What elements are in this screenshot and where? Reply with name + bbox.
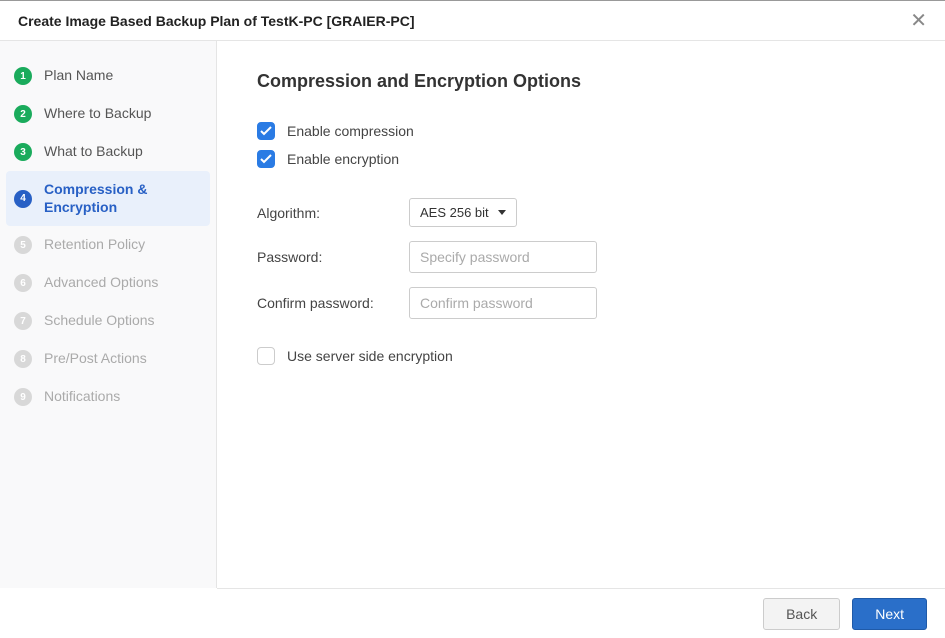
step-number-badge: 4 xyxy=(14,190,32,208)
step-label: Retention Policy xyxy=(44,236,145,254)
wizard-step-2[interactable]: 2 Where to Backup xyxy=(0,95,216,133)
algorithm-select[interactable]: AES 256 bit xyxy=(409,198,517,227)
step-label: Where to Backup xyxy=(44,105,151,123)
algorithm-row: Algorithm: AES 256 bit xyxy=(257,198,905,227)
step-label: What to Backup xyxy=(44,143,143,161)
step-label: Pre/Post Actions xyxy=(44,350,147,368)
step-label: Advanced Options xyxy=(44,274,158,292)
wizard-step-6[interactable]: 6 Advanced Options xyxy=(0,264,216,302)
wizard-step-9[interactable]: 9 Notifications xyxy=(0,378,216,416)
step-number-badge: 3 xyxy=(14,143,32,161)
step-number-badge: 7 xyxy=(14,312,32,330)
step-number-badge: 1 xyxy=(14,67,32,85)
next-button[interactable]: Next xyxy=(852,598,927,630)
encryption-form: Algorithm: AES 256 bit Password: Confirm… xyxy=(257,198,905,319)
server-side-checkbox[interactable] xyxy=(257,347,275,365)
close-icon[interactable]: ✕ xyxy=(910,11,927,31)
page-heading: Compression and Encryption Options xyxy=(257,71,905,92)
wizard-step-3[interactable]: 3 What to Backup xyxy=(0,133,216,171)
enable-encryption-row: Enable encryption xyxy=(257,150,905,168)
confirm-password-input[interactable] xyxy=(409,287,597,319)
dialog-header: Create Image Based Backup Plan of TestK-… xyxy=(0,1,945,41)
password-input[interactable] xyxy=(409,241,597,273)
step-number-badge: 9 xyxy=(14,388,32,406)
confirm-password-row: Confirm password: xyxy=(257,287,905,319)
chevron-down-icon xyxy=(498,210,506,215)
step-number-badge: 5 xyxy=(14,236,32,254)
step-label: Compression & Encryption xyxy=(44,181,202,216)
wizard-step-4[interactable]: 4 Compression & Encryption xyxy=(6,171,210,226)
password-row: Password: xyxy=(257,241,905,273)
enable-compression-label[interactable]: Enable compression xyxy=(287,123,414,139)
step-number-badge: 2 xyxy=(14,105,32,123)
enable-compression-checkbox[interactable] xyxy=(257,122,275,140)
step-number-badge: 8 xyxy=(14,350,32,368)
back-button[interactable]: Back xyxy=(763,598,840,630)
algorithm-value: AES 256 bit xyxy=(420,205,489,220)
step-number-badge: 6 xyxy=(14,274,32,292)
step-label: Schedule Options xyxy=(44,312,155,330)
enable-compression-row: Enable compression xyxy=(257,122,905,140)
server-side-label[interactable]: Use server side encryption xyxy=(287,348,453,364)
dialog-body: 1 Plan Name 2 Where to Backup 3 What to Backu… xyxy=(0,41,945,588)
enable-encryption-label[interactable]: Enable encryption xyxy=(287,151,399,167)
algorithm-label: Algorithm: xyxy=(257,205,409,221)
password-label: Password: xyxy=(257,249,409,265)
dialog-title: Create Image Based Backup Plan of TestK-… xyxy=(18,13,415,29)
main-panel: Compression and Encryption Options Enabl… xyxy=(217,41,945,588)
enable-encryption-checkbox[interactable] xyxy=(257,150,275,168)
confirm-password-label: Confirm password: xyxy=(257,295,409,311)
step-label: Notifications xyxy=(44,388,120,406)
wizard-step-8[interactable]: 8 Pre/Post Actions xyxy=(0,340,216,378)
step-label: Plan Name xyxy=(44,67,113,85)
wizard-step-5[interactable]: 5 Retention Policy xyxy=(0,226,216,264)
wizard-sidebar: 1 Plan Name 2 Where to Backup 3 What to Backu… xyxy=(0,41,217,588)
server-side-row: Use server side encryption xyxy=(257,347,905,365)
wizard-step-7[interactable]: 7 Schedule Options xyxy=(0,302,216,340)
wizard-step-1[interactable]: 1 Plan Name xyxy=(0,57,216,95)
dialog-footer: Back Next xyxy=(217,588,945,638)
